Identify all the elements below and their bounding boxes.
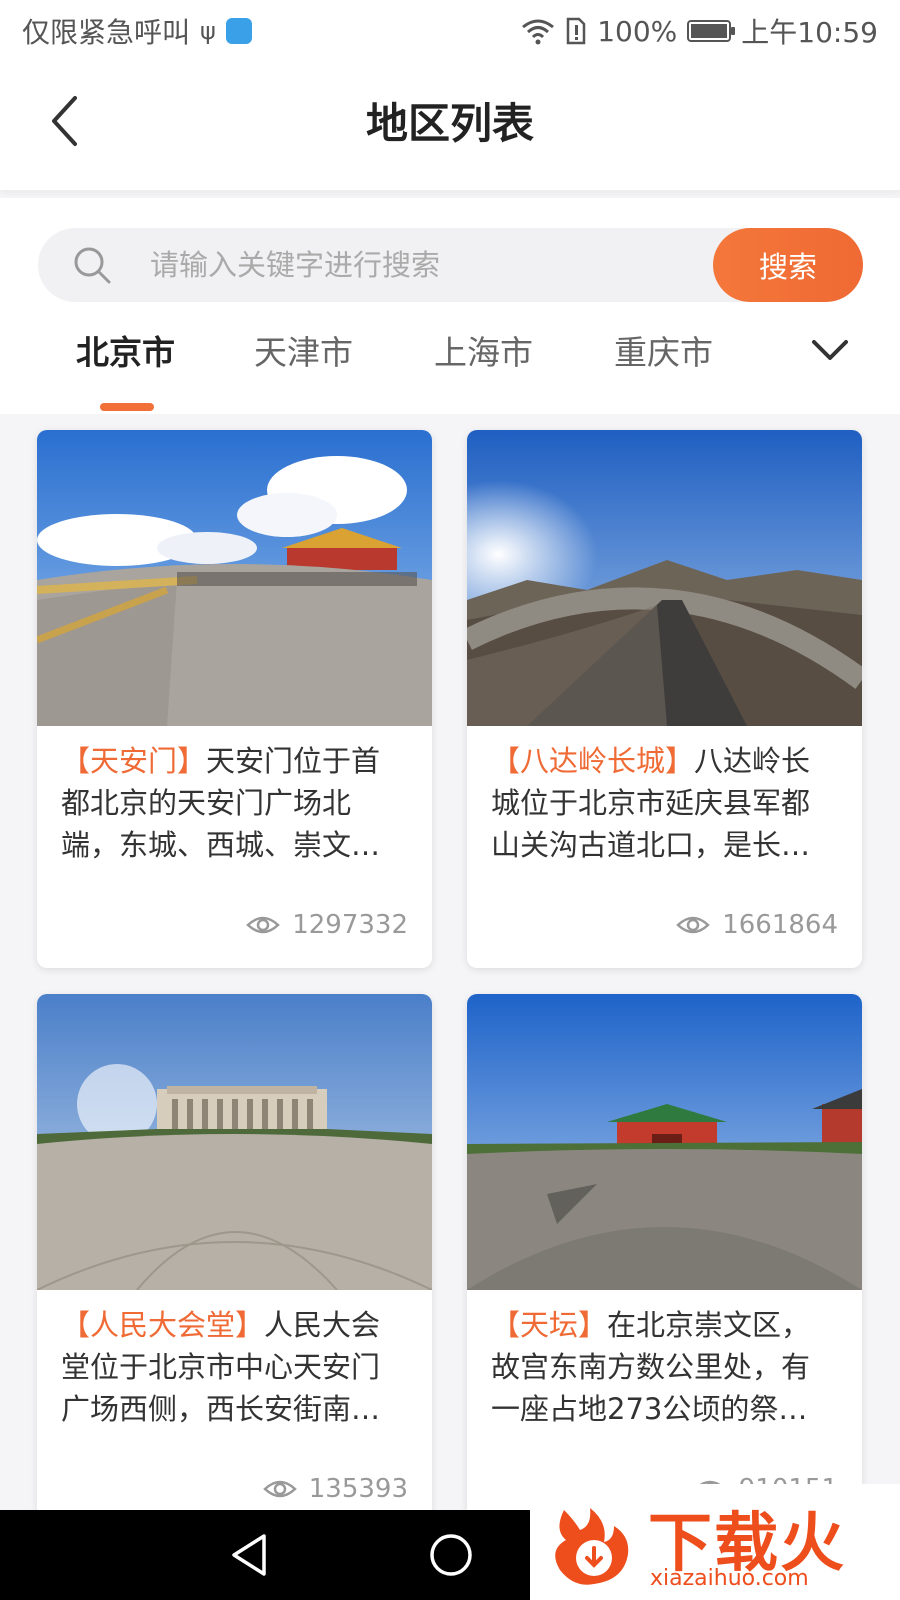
page-title: 地区列表 xyxy=(365,99,534,148)
view-count: 1297332 xyxy=(246,910,408,940)
active-tab-indicator xyxy=(100,403,154,411)
nav-home-icon[interactable] xyxy=(428,1532,474,1578)
watermark-subtitle: xiazaihuo.com xyxy=(650,1566,809,1591)
view-count-number: 1297332 xyxy=(292,910,408,940)
tab-beijing[interactable]: 北京市 xyxy=(76,326,175,374)
flame-logo-icon xyxy=(555,1508,629,1585)
attraction-card-tiananmen[interactable]: 【天安门】天安门位于首都北京的天安门广场北端，东城、西城、崇文… 1297332 xyxy=(37,430,432,968)
chevron-down-icon[interactable] xyxy=(808,328,852,372)
view-count-number: 135393 xyxy=(308,1474,408,1504)
eye-icon xyxy=(246,916,281,934)
view-count-number: 1661864 xyxy=(722,910,838,940)
card-tag: 【天安门】 xyxy=(61,744,207,778)
wifi-icon xyxy=(522,19,555,45)
usb-icon: ψ xyxy=(200,17,216,45)
filter-area: 搜索 北京市 天津市 上海市 重庆市 xyxy=(0,198,900,414)
status-right: 100% 上午10:59 xyxy=(521,11,878,51)
sim-alert-icon xyxy=(566,17,586,45)
card-description: 【人民大会堂】人民大会堂位于北京市中心天安门广场西侧，西长安街南… xyxy=(37,1290,432,1436)
card-tag: 【天坛】 xyxy=(491,1308,608,1342)
battery-icon xyxy=(687,20,736,42)
watermark-logo: 下载火 xiazaihuo.com xyxy=(530,1484,900,1600)
status-bar: 仅限紧急呼叫 ψ 100% 上午10:59 xyxy=(0,0,900,62)
view-count: 135393 xyxy=(262,1474,408,1504)
search-icon xyxy=(74,247,111,284)
panorama-thumbnail xyxy=(467,994,862,1290)
search-bar: 搜索 xyxy=(38,228,863,302)
tab-chongqing[interactable]: 重庆市 xyxy=(614,326,713,374)
panorama-thumbnail xyxy=(467,430,862,726)
carrier-text: 仅限紧急呼叫 xyxy=(22,16,191,49)
card-description: 【天安门】天安门位于首都北京的天安门广场北端，东城、西城、崇文… xyxy=(37,726,432,872)
attraction-card-temple-of-heaven[interactable]: 【天坛】在北京崇文区，故宫东南方数公里处，有一座占地273公顷的祭… 91015… xyxy=(467,994,862,1510)
view-count: 1661864 xyxy=(676,910,838,940)
attraction-grid: 【天安门】天安门位于首都北京的天安门广场北端，东城、西城、崇文… 1297332 xyxy=(0,414,900,1510)
eye-icon xyxy=(262,1480,297,1498)
search-input[interactable] xyxy=(150,228,710,302)
clock: 上午10:59 xyxy=(741,16,878,49)
battery-percent: 100% xyxy=(597,14,678,48)
status-left: 仅限紧急呼叫 ψ xyxy=(22,11,252,51)
tab-tianjin[interactable]: 天津市 xyxy=(254,326,353,374)
nav-back-icon[interactable] xyxy=(228,1532,272,1578)
card-tag: 【八达岭长城】 xyxy=(491,744,695,778)
eye-icon xyxy=(676,916,711,934)
panorama-thumbnail xyxy=(37,430,432,726)
attraction-card-great-hall[interactable]: 【人民大会堂】人民大会堂位于北京市中心天安门广场西侧，西长安街南… 135393 xyxy=(37,994,432,1510)
app-header: 地区列表 xyxy=(0,62,900,190)
card-description: 【天坛】在北京崇文区，故宫东南方数公里处，有一座占地273公顷的祭… xyxy=(467,1290,862,1436)
panorama-thumbnail xyxy=(37,994,432,1290)
attraction-card-badaling[interactable]: 【八达岭长城】八达岭长城位于北京市延庆县军都山关沟古道北口，是长… 166186… xyxy=(467,430,862,968)
tab-shanghai[interactable]: 上海市 xyxy=(434,326,533,374)
card-description: 【八达岭长城】八达岭长城位于北京市延庆县军都山关沟古道北口，是长… xyxy=(467,726,862,872)
region-tabs: 北京市 天津市 上海市 重庆市 xyxy=(0,318,900,414)
card-tag: 【人民大会堂】 xyxy=(61,1308,265,1342)
search-button[interactable]: 搜索 xyxy=(713,228,863,302)
app-notification-icon xyxy=(225,18,252,44)
